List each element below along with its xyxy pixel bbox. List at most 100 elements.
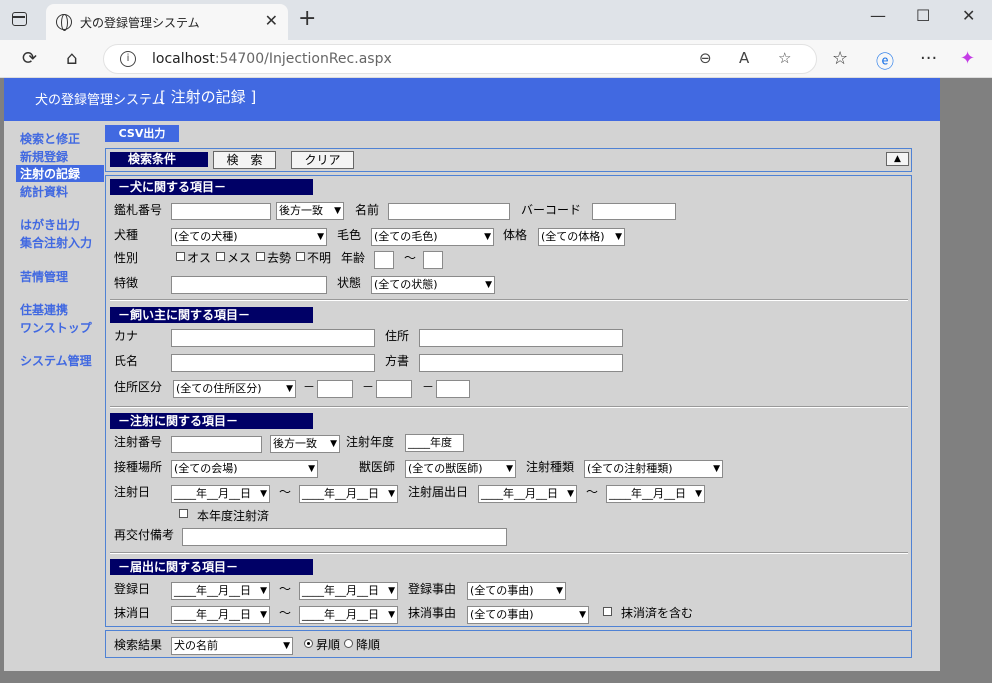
tab-actions-icon[interactable] [12,12,27,26]
search-criteria-panel: －犬に関する項目－ 鑑札番号 後方一致 ▼ 名前 バーコード 犬種 (全ての犬種)… [105,175,912,627]
registration-reason-select[interactable]: (全ての事由) ▼ [467,582,566,600]
registration-reason-label: 登録事由 [408,582,457,596]
deletion-date-from[interactable]: ____年__月__日 ▼ [171,606,270,624]
home-icon[interactable]: ⌂ [66,48,77,69]
this-year-injected-checkbox[interactable] [179,509,188,518]
report-date-tilde: ～ [586,485,599,499]
sidebar-item-search-edit[interactable]: 検索と修正 [20,130,80,147]
minimize-button[interactable]: — [870,6,886,25]
new-tab-button[interactable]: + [298,6,316,31]
address-input[interactable] [419,329,623,347]
section-divider [110,406,908,408]
feature-input[interactable] [171,276,327,294]
sidebar-item-resident-link[interactable]: 住基連携 [20,301,68,318]
favorites-icon[interactable]: ☆ [832,48,848,69]
venue-select[interactable]: (全ての会場) ▼ [171,460,318,478]
tab-close-icon[interactable]: ✕ [265,11,278,30]
deletion-date-to[interactable]: ____年__月__日 ▼ [299,606,398,624]
browser-tab[interactable]: 犬の登録管理システム ✕ [46,4,288,40]
registration-date-label: 登録日 [114,582,151,596]
sidebar-item-complaints[interactable]: 苦情管理 [20,268,68,285]
area-code-3-input[interactable] [436,380,470,398]
csv-export-button[interactable]: CSV出力 [105,125,179,142]
sidebar-item-one-stop[interactable]: ワンストップ [20,319,92,336]
breed-label: 犬種 [114,228,139,242]
owner-name-input[interactable] [171,354,375,372]
sex-male-checkbox[interactable] [176,252,185,261]
injection-year-input[interactable]: ____年度 [405,434,464,452]
clear-button[interactable]: クリア [291,151,354,169]
section-divider [110,552,908,554]
sort-descending-radio[interactable] [344,639,353,648]
more-menu-icon[interactable]: ··· [920,48,937,69]
deletion-reason-select[interactable]: (全ての事由) ▼ [467,606,589,624]
build-select[interactable]: (全ての体格) ▼ [538,228,625,246]
sidebar-item-statistics[interactable]: 統計資料 [20,183,68,200]
injection-match-select[interactable]: 後方一致 ▼ [270,435,340,453]
registration-date-tilde: ～ [279,582,292,596]
site-info-icon[interactable]: i [120,51,136,67]
area-code-2-input[interactable] [376,380,412,398]
report-date-from[interactable]: ____年__月__日 ▼ [478,485,577,503]
sex-label: 性別 [114,251,139,265]
breed-select[interactable]: (全ての犬種) ▼ [171,228,327,246]
refresh-icon[interactable]: ⟳ [22,48,37,69]
venue-label: 接種場所 [114,460,163,474]
url-text: localhost:54700/InjectionRec.aspx [152,51,392,67]
injection-date-from[interactable]: ____年__月__日 ▼ [171,485,270,503]
favorite-star-icon[interactable]: ☆ [778,49,791,67]
injection-number-input[interactable] [171,436,262,453]
neutered-checkbox[interactable] [256,252,265,261]
sort-ascending-radio[interactable] [304,639,313,648]
window-close-button[interactable]: ✕ [962,6,975,25]
search-bar: 検索条件 検 索 クリア ▲ [105,148,912,172]
report-date-to[interactable]: ____年__月__日 ▼ [606,485,705,503]
area-select[interactable]: (全ての住所区分) ▼ [173,380,296,398]
owner-section-heading: －飼い主に関する項目－ [110,307,313,323]
tag-match-select[interactable]: 後方一致 ▼ [276,202,344,220]
injection-date-tilde: ～ [279,485,292,499]
sex-unknown-checkbox[interactable] [296,252,305,261]
dog-section-heading: －犬に関する項目－ [110,179,313,195]
registration-date-from[interactable]: ____年__月__日 ▼ [171,582,270,600]
status-select[interactable]: (全ての状態) ▼ [371,276,495,294]
injection-date-label: 注射日 [114,485,151,499]
injection-type-select[interactable]: (全ての注射種類) ▼ [584,460,723,478]
sort-descending-label: 降順 [356,638,381,652]
zoom-out-icon[interactable]: ⊖ [699,49,712,67]
copilot-icon[interactable]: ✦ [960,48,975,69]
search-button[interactable]: 検 索 [213,151,276,169]
sort-key-select[interactable]: 犬の名前 ▼ [171,637,293,655]
collections-icon[interactable]: ⓔ [876,48,894,74]
coat-color-select[interactable]: (全ての毛色) ▼ [371,228,494,246]
tag-number-input[interactable] [171,203,271,220]
barcode-input[interactable] [592,203,676,220]
registration-date-to[interactable]: ____年__月__日 ▼ [299,582,398,600]
kana-input[interactable] [171,329,375,347]
dog-name-input[interactable] [388,203,510,220]
direction-label: 方書 [385,354,410,368]
age-to-input[interactable] [423,251,443,269]
reissue-note-input[interactable] [182,528,507,546]
include-deleted-checkbox[interactable] [603,607,612,616]
url-field[interactable]: i localhost:54700/InjectionRec.aspx ⊖ A … [103,44,817,74]
tag-number-label: 鑑札番号 [114,203,163,217]
sidebar-item-group-injection[interactable]: 集合注射入力 [20,234,92,251]
maximize-button[interactable]: ☐ [916,6,930,25]
sidebar-item-injection-record[interactable]: 注射の記録 [16,165,104,182]
vet-select[interactable]: (全ての獣医師) ▼ [405,460,516,478]
age-from-input[interactable] [374,251,394,269]
injection-date-to[interactable]: ____年__月__日 ▼ [299,485,398,503]
status-label: 状態 [337,276,362,290]
direction-input[interactable] [419,354,623,372]
kana-label: カナ [114,329,139,343]
sidebar-item-postcard[interactable]: はがき出力 [20,216,80,233]
globe-icon [56,14,72,31]
area-code-1-input[interactable] [317,380,353,398]
sex-female-checkbox[interactable] [216,252,225,261]
sidebar-item-system-admin[interactable]: システム管理 [20,352,92,369]
sidebar-item-new-register[interactable]: 新規登録 [20,148,68,165]
read-aloud-icon[interactable]: A [739,49,749,67]
collapse-button[interactable]: ▲ [886,152,909,166]
sort-ascending-label: 昇順 [316,638,341,652]
